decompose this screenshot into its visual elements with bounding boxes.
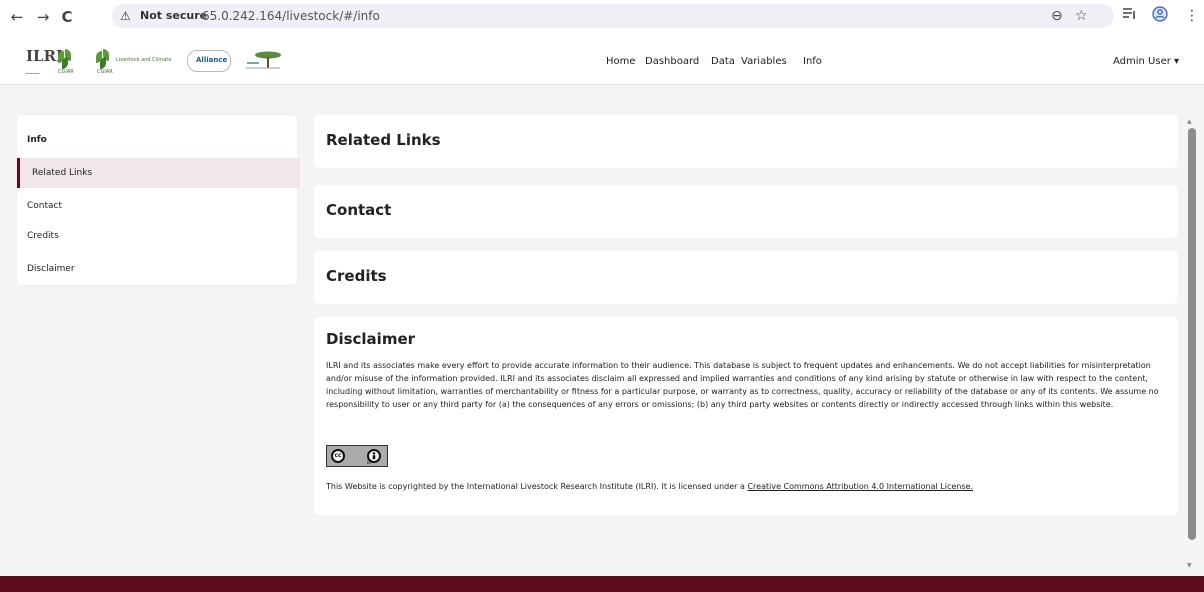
- nav-data[interactable]: Data: [711, 56, 735, 67]
- sidebar-item-label: Contact: [27, 201, 63, 211]
- ilri-logo-subtext: ━━━━: [26, 71, 41, 77]
- address-bar[interactable]: ⚠ Not secure 65.0.242.164/livestock/#/in…: [112, 4, 1114, 28]
- forward-icon[interactable]: →: [34, 8, 52, 26]
- reload-icon[interactable]: C: [58, 8, 76, 26]
- cc-license-badge[interactable]: cc BY: [326, 445, 388, 467]
- related-links-card: Related Links: [314, 115, 1178, 168]
- profile-icon[interactable]: [1152, 6, 1168, 26]
- license-link[interactable]: Creative Commons Attribution 4.0 Interna…: [747, 482, 973, 491]
- nav-home[interactable]: Home: [606, 56, 636, 67]
- security-label: Not secure: [140, 9, 208, 22]
- contact-heading: Contact: [326, 201, 392, 219]
- contact-card: Contact: [314, 185, 1178, 238]
- copyright-notice: This Website is copyrighted by the Inter…: [326, 482, 973, 491]
- user-menu[interactable]: Admin User ▾: [1113, 56, 1179, 67]
- sidebar-title: Info: [27, 135, 47, 145]
- browser-toolbar: ← → C ⚠ Not secure 65.0.242.164/livestoc…: [0, 0, 1204, 39]
- credits-heading: Credits: [326, 267, 387, 285]
- copyright-text: This Website is copyrighted by the Inter…: [326, 482, 748, 491]
- nav-dashboard[interactable]: Dashboard: [645, 56, 699, 67]
- nav-variables[interactable]: Variables: [741, 56, 787, 67]
- livestock-climate-logo-text: Livestock and Climate: [116, 57, 172, 63]
- cgiar-leaf-icon: [58, 49, 72, 69]
- credits-card: Credits: [314, 251, 1178, 304]
- tree-logo-icon: [246, 51, 281, 69]
- reading-list-icon[interactable]: [1122, 6, 1136, 24]
- sidebar-item-disclaimer[interactable]: Disclaimer: [17, 254, 297, 284]
- disclaimer-body: ILRI and its associates make every effor…: [326, 361, 1159, 409]
- sidebar-item-related-links[interactable]: Related Links: [17, 158, 300, 188]
- sidebar-item-label: Credits: [27, 231, 59, 241]
- sidebar-item-label: Disclaimer: [27, 264, 75, 274]
- browser-menu-icon[interactable]: ⋮: [1185, 8, 1199, 24]
- sidebar-item-credits[interactable]: Credits: [17, 221, 297, 251]
- alliance-logo-text: Alliance: [196, 56, 228, 64]
- warning-icon: ⚠: [120, 9, 131, 23]
- page-footer: [0, 576, 1204, 592]
- app-header: ILRI ━━━━ CGIAR CGIAR Livestock and Clim…: [0, 38, 1204, 85]
- disclaimer-card: Disclaimer ILRI and its associates make …: [314, 317, 1178, 515]
- sidebar-item-contact[interactable]: Contact: [17, 191, 297, 221]
- alliance-logo[interactable]: Alliance: [187, 50, 231, 72]
- scrollbar-thumb[interactable]: [1188, 128, 1196, 540]
- related-links-heading: Related Links: [326, 131, 441, 149]
- ilri-logo[interactable]: ILRI ━━━━: [26, 48, 63, 77]
- scroll-up-icon[interactable]: ▲: [1187, 118, 1192, 125]
- cgiar-logo-text: CGIAR: [58, 69, 74, 75]
- nav-info[interactable]: Info: [803, 56, 822, 67]
- scroll-down-icon[interactable]: ▼: [1187, 562, 1192, 569]
- zoom-icon[interactable]: ⊖: [1051, 8, 1063, 24]
- cgiar-leaf-icon-2: [96, 49, 110, 69]
- info-sidebar: Info Related Links Contact Credits Discl…: [17, 115, 300, 285]
- by-label: BY: [367, 460, 372, 465]
- cgiar-logo-text-2: CGIAR: [97, 69, 113, 75]
- bookmark-star-icon[interactable]: ☆: [1075, 8, 1088, 24]
- back-icon[interactable]: ←: [8, 8, 26, 26]
- sidebar-item-label: Related Links: [32, 168, 93, 178]
- disclaimer-heading: Disclaimer: [326, 330, 416, 348]
- cc-icon: cc: [331, 449, 345, 463]
- url-text: 65.0.242.164/livestock/#/info: [202, 9, 380, 23]
